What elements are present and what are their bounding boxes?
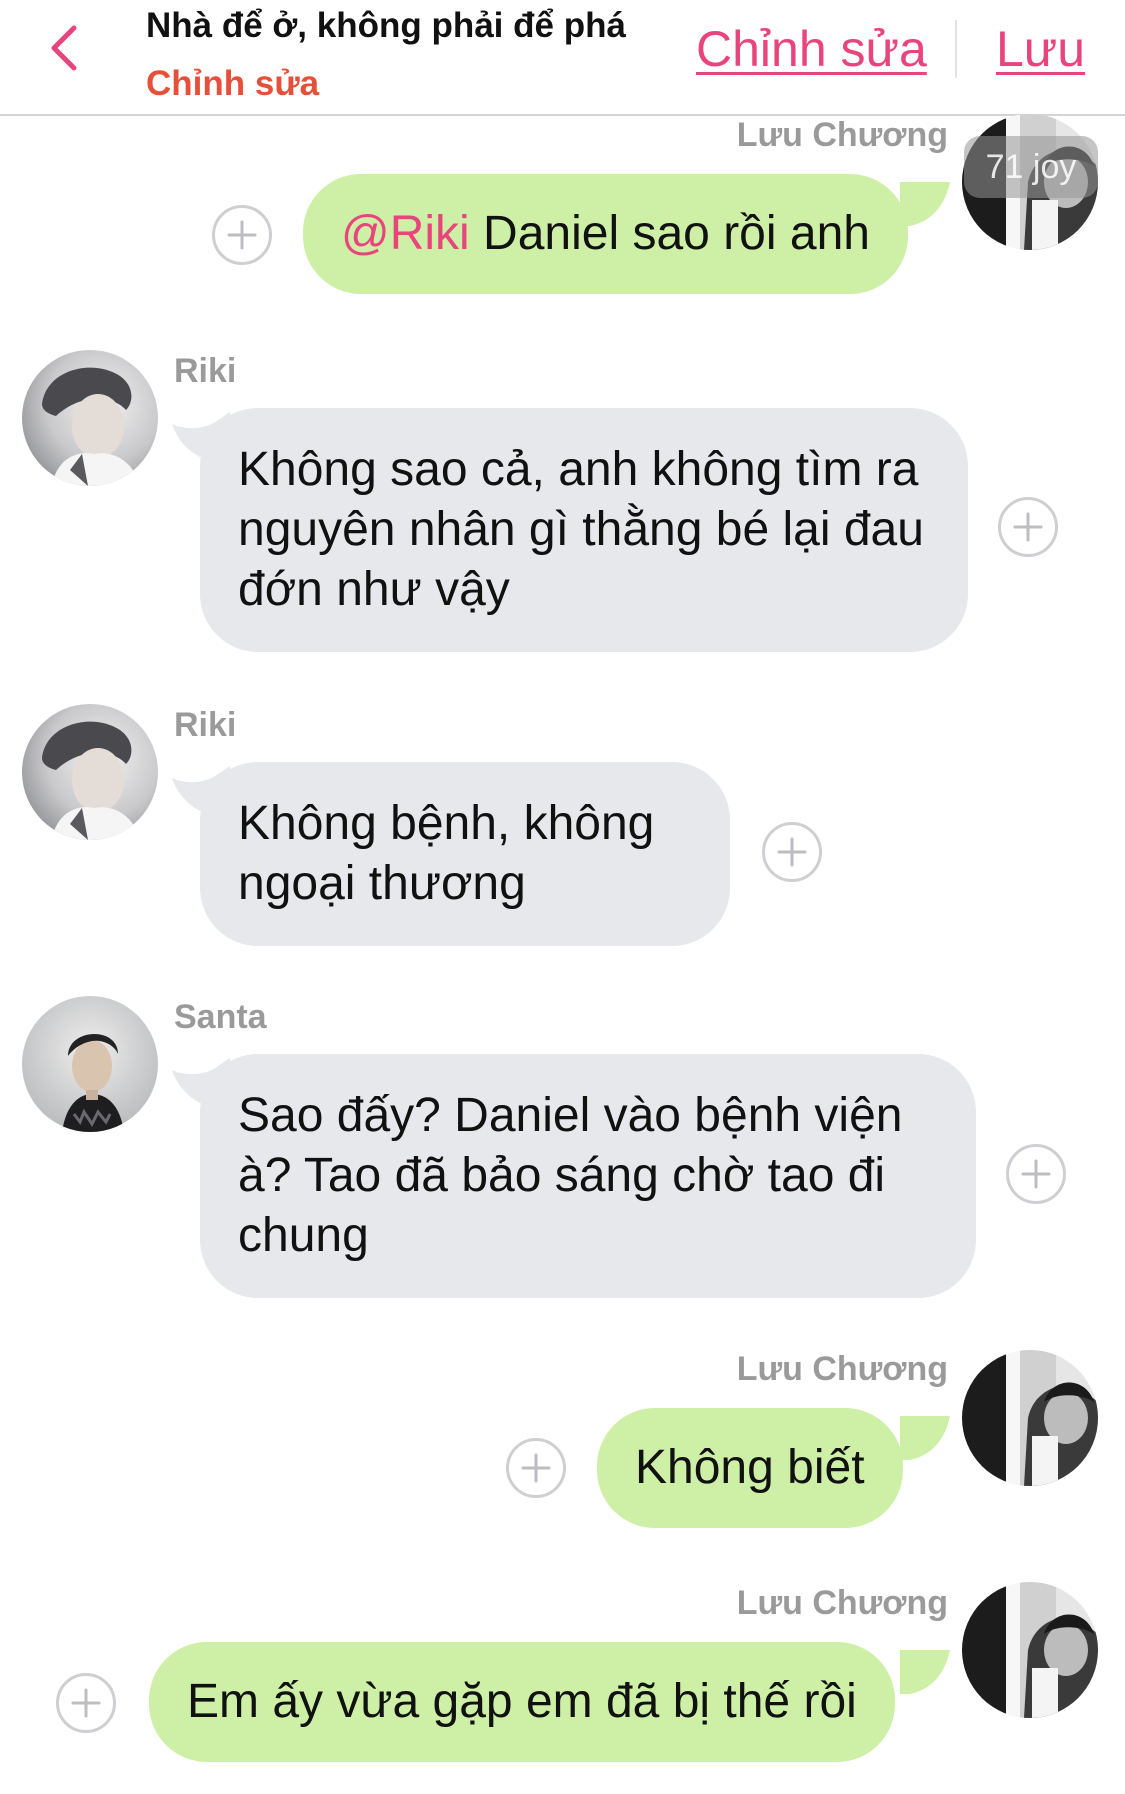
- avatar-badge: 71 joy: [964, 136, 1098, 198]
- add-reaction-plus-icon[interactable]: [997, 496, 1059, 558]
- chat-header: Nhà để ở, không phải để phá Chỉnh sửa Ch…: [0, 0, 1125, 116]
- message-text: Em ấy vừa gặp em đã bị thế rồi: [187, 1675, 857, 1728]
- edit-link[interactable]: Chỉnh sửa: [696, 20, 927, 78]
- message-text: Không bệnh, không ngoại thương: [238, 797, 655, 910]
- avatar-riki[interactable]: [22, 704, 158, 840]
- bubble-tail: [900, 1416, 950, 1460]
- sender-name: Lưu Chương: [736, 1584, 948, 1622]
- message-text: Không biết: [635, 1441, 865, 1494]
- add-reaction-plus-icon[interactable]: [211, 204, 273, 266]
- sender-name: Lưu Chương: [736, 116, 948, 154]
- avatar-luu-chuong[interactable]: [962, 1582, 1098, 1718]
- message-text: Daniel sao rồi anh: [469, 207, 870, 260]
- sender-name: Riki: [174, 352, 237, 390]
- bubble-tail: [900, 182, 950, 226]
- avatar-luu-chuong[interactable]: [962, 1350, 1098, 1486]
- avatar-riki[interactable]: [22, 350, 158, 486]
- avatar-santa[interactable]: [22, 996, 158, 1132]
- save-link[interactable]: Lưu: [996, 20, 1085, 78]
- chat-subtitle[interactable]: Chỉnh sửa: [146, 64, 319, 104]
- chat-title: Nhà để ở, không phải để phá: [146, 6, 626, 45]
- sender-name: Santa: [174, 998, 267, 1036]
- message-text: Không sao cả, anh không tìm ra nguyên nh…: [238, 443, 924, 616]
- add-reaction-plus-icon[interactable]: [55, 1672, 117, 1734]
- bubble-tail: [900, 1650, 950, 1694]
- add-reaction-plus-icon[interactable]: [761, 821, 823, 883]
- message-text: Sao đấy? Daniel vào bệnh viện à? Tao đã …: [238, 1089, 903, 1262]
- incoming-bubble[interactable]: Không sao cả, anh không tìm ra nguyên nh…: [200, 408, 968, 652]
- add-reaction-plus-icon[interactable]: [1005, 1143, 1067, 1205]
- sender-name: Lưu Chương: [736, 1350, 948, 1388]
- add-reaction-plus-icon[interactable]: [505, 1437, 567, 1499]
- incoming-bubble[interactable]: Sao đấy? Daniel vào bệnh viện à? Tao đã …: [200, 1054, 976, 1298]
- header-divider: [955, 20, 957, 78]
- outgoing-bubble[interactable]: Không biết: [597, 1408, 903, 1528]
- sender-name: Riki: [174, 706, 237, 744]
- incoming-bubble[interactable]: Không bệnh, không ngoại thương: [200, 762, 730, 946]
- mention-riki[interactable]: @Riki: [341, 207, 470, 260]
- back-chevron-icon[interactable]: [40, 20, 96, 76]
- outgoing-bubble[interactable]: @Riki Daniel sao rồi anh: [303, 174, 908, 294]
- outgoing-bubble[interactable]: Em ấy vừa gặp em đã bị thế rồi: [149, 1642, 895, 1762]
